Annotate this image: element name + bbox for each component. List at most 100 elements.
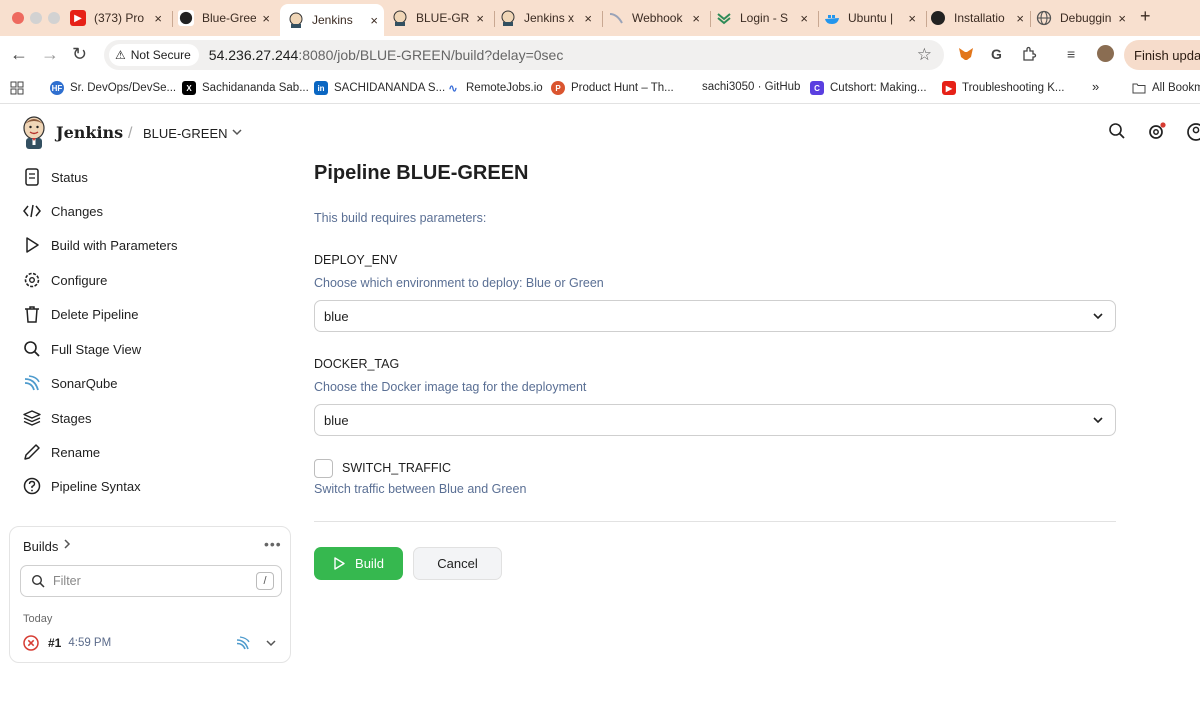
tab-close-icon[interactable]: ×: [1016, 11, 1024, 26]
bookmark-star-icon[interactable]: ☆: [917, 45, 932, 65]
jenkins-header: Jenkins / BLUE-GREEN: [0, 104, 1200, 162]
tab-close-icon[interactable]: ×: [800, 11, 808, 26]
url-text[interactable]: 54.236.27.244:8080/job/BLUE-GREEN/build?…: [209, 47, 917, 63]
security-chip[interactable]: ⚠ Not Secure: [109, 44, 199, 66]
browser-tab[interactable]: Ubuntu | ×: [824, 4, 922, 32]
bookmark-item[interactable]: ∿ RemoteJobs.io: [446, 81, 543, 95]
back-button[interactable]: ←: [10, 44, 28, 65]
build-time[interactable]: 4:59 PM: [68, 637, 235, 649]
browser-tab[interactable]: Jenkins x ×: [500, 4, 598, 32]
maximize-window-button[interactable]: [48, 12, 60, 24]
sidebar-item-configure[interactable]: Configure: [22, 266, 107, 294]
docker-icon: [824, 10, 840, 26]
browser-tab[interactable]: ▶ (373) Pro ×: [70, 4, 168, 32]
bookmark-item[interactable]: sachi3050 · GitHub: [702, 81, 800, 93]
chevron-right-icon[interactable]: [62, 538, 72, 553]
build-button[interactable]: Build: [314, 547, 403, 580]
bookmark-item[interactable]: in SACHIDANANDA S...: [314, 81, 445, 95]
forward-button[interactable]: →: [41, 44, 59, 65]
stages-icon: [22, 408, 42, 428]
browser-tab-active[interactable]: Jenkins ×: [280, 4, 384, 36]
status-icon: [22, 167, 42, 187]
new-tab-button[interactable]: +: [1140, 6, 1151, 27]
address-bar[interactable]: ⚠ Not Secure 54.236.27.244:8080/job/BLUE…: [104, 40, 944, 70]
bookmarks-overflow-button[interactable]: »: [1092, 79, 1099, 94]
sonarqube-icon[interactable]: [235, 635, 251, 651]
tab-close-icon[interactable]: ×: [154, 11, 162, 26]
sidebar-item-rename[interactable]: Rename: [22, 438, 100, 466]
code-icon: [22, 201, 42, 221]
all-bookmarks-button[interactable]: All Bookmarks: [1132, 81, 1200, 95]
media-control-icon[interactable]: ≡: [1067, 46, 1075, 62]
search-icon[interactable]: [1108, 122, 1128, 142]
metamask-icon[interactable]: [958, 46, 974, 65]
tab-close-icon[interactable]: ×: [476, 11, 484, 26]
more-options-icon[interactable]: •••: [264, 536, 282, 552]
sidebar-item-status[interactable]: Status: [22, 163, 88, 191]
cancel-button[interactable]: Cancel: [413, 547, 502, 580]
github-icon: [178, 10, 194, 26]
minimize-window-button[interactable]: [30, 12, 42, 24]
builds-title[interactable]: Builds: [23, 539, 58, 554]
chevron-down-icon[interactable]: [231, 126, 243, 141]
browser-tab[interactable]: Installatio ×: [930, 4, 1030, 32]
tab-close-icon[interactable]: ×: [692, 11, 700, 26]
jenkins-logo-icon[interactable]: [22, 116, 46, 150]
bookmark-item[interactable]: ▶ Troubleshooting K...: [942, 81, 1065, 95]
browser-tab[interactable]: Webhook ×: [608, 4, 706, 32]
sidebar-item-delete-pipeline[interactable]: Delete Pipeline: [22, 300, 138, 328]
reload-button[interactable]: ↻: [72, 44, 87, 65]
breadcrumb-separator: /: [128, 125, 133, 142]
builds-filter-input[interactable]: Filter /: [20, 565, 282, 597]
breadcrumb-job[interactable]: BLUE-GREEN: [143, 126, 228, 141]
pencil-icon: [22, 442, 42, 462]
bookmark-item[interactable]: X Sachidananda Sab...: [182, 81, 309, 95]
browser-tab[interactable]: Blue-Gree ×: [178, 4, 276, 32]
build-row[interactable]: #1 4:59 PM: [23, 633, 281, 653]
login-icon: [716, 10, 732, 26]
tab-close-icon[interactable]: ×: [262, 11, 270, 26]
keyboard-shortcut-badge: /: [256, 572, 274, 590]
bookmark-item[interactable]: HF Sr. DevOps/DevSe...: [50, 81, 176, 95]
sidebar-item-pipeline-syntax[interactable]: Pipeline Syntax: [22, 472, 141, 500]
x-icon: X: [182, 81, 196, 95]
build-number[interactable]: #1: [48, 636, 61, 650]
sidebar-item-build-with-parameters[interactable]: Build with Parameters: [22, 231, 177, 259]
github-icon: [930, 10, 946, 26]
bookmark-item[interactable]: C Cutshort: Making...: [810, 81, 927, 95]
profile-avatar[interactable]: [1097, 45, 1114, 62]
browser-tab[interactable]: BLUE-GR ×: [392, 4, 490, 32]
deploy-env-select[interactable]: blue: [314, 300, 1116, 332]
finish-update-button[interactable]: Finish update: [1124, 40, 1200, 70]
param-name-docker-tag: DOCKER_TAG: [314, 357, 400, 371]
manage-jenkins-gear-icon[interactable]: [1147, 122, 1167, 142]
extension-g-icon[interactable]: G: [991, 46, 1002, 62]
close-window-button[interactable]: [12, 12, 24, 24]
tab-close-icon[interactable]: ×: [1118, 11, 1126, 26]
user-account-icon[interactable]: [1186, 122, 1200, 142]
docker-tag-select[interactable]: blue: [314, 404, 1116, 436]
linkedin-icon: in: [314, 81, 328, 95]
apps-grid-icon[interactable]: [10, 81, 24, 95]
extensions-puzzle-icon[interactable]: [1021, 46, 1037, 65]
page-title: Pipeline BLUE-GREEN: [314, 162, 529, 184]
chevron-down-icon[interactable]: [265, 637, 277, 649]
sidebar-item-sonarqube[interactable]: SonarQube: [22, 369, 118, 397]
browser-tab[interactable]: Login - S ×: [716, 4, 814, 32]
tab-close-icon[interactable]: ×: [908, 11, 916, 26]
switch-traffic-checkbox[interactable]: [314, 459, 333, 478]
sonarqube-icon: [22, 373, 42, 393]
sidebar-item-changes[interactable]: Changes: [22, 197, 103, 225]
sidebar-item-stages[interactable]: Stages: [22, 404, 91, 432]
sidebar-item-full-stage-view[interactable]: Full Stage View: [22, 335, 141, 363]
param-name-switch-traffic[interactable]: SWITCH_TRAFFIC: [342, 461, 451, 475]
jenkins-icon: [392, 10, 408, 26]
browser-tab[interactable]: Debuggin ×: [1036, 4, 1132, 32]
gear-icon: [22, 270, 42, 290]
jenkins-brand[interactable]: Jenkins: [56, 123, 123, 142]
tab-close-icon[interactable]: ×: [370, 13, 378, 28]
tab-close-icon[interactable]: ×: [584, 11, 592, 26]
bookmark-item[interactable]: P Product Hunt – Th...: [551, 81, 674, 95]
param-description-switch-traffic: Switch traffic between Blue and Green: [314, 482, 527, 496]
webhook-icon: [608, 10, 624, 26]
